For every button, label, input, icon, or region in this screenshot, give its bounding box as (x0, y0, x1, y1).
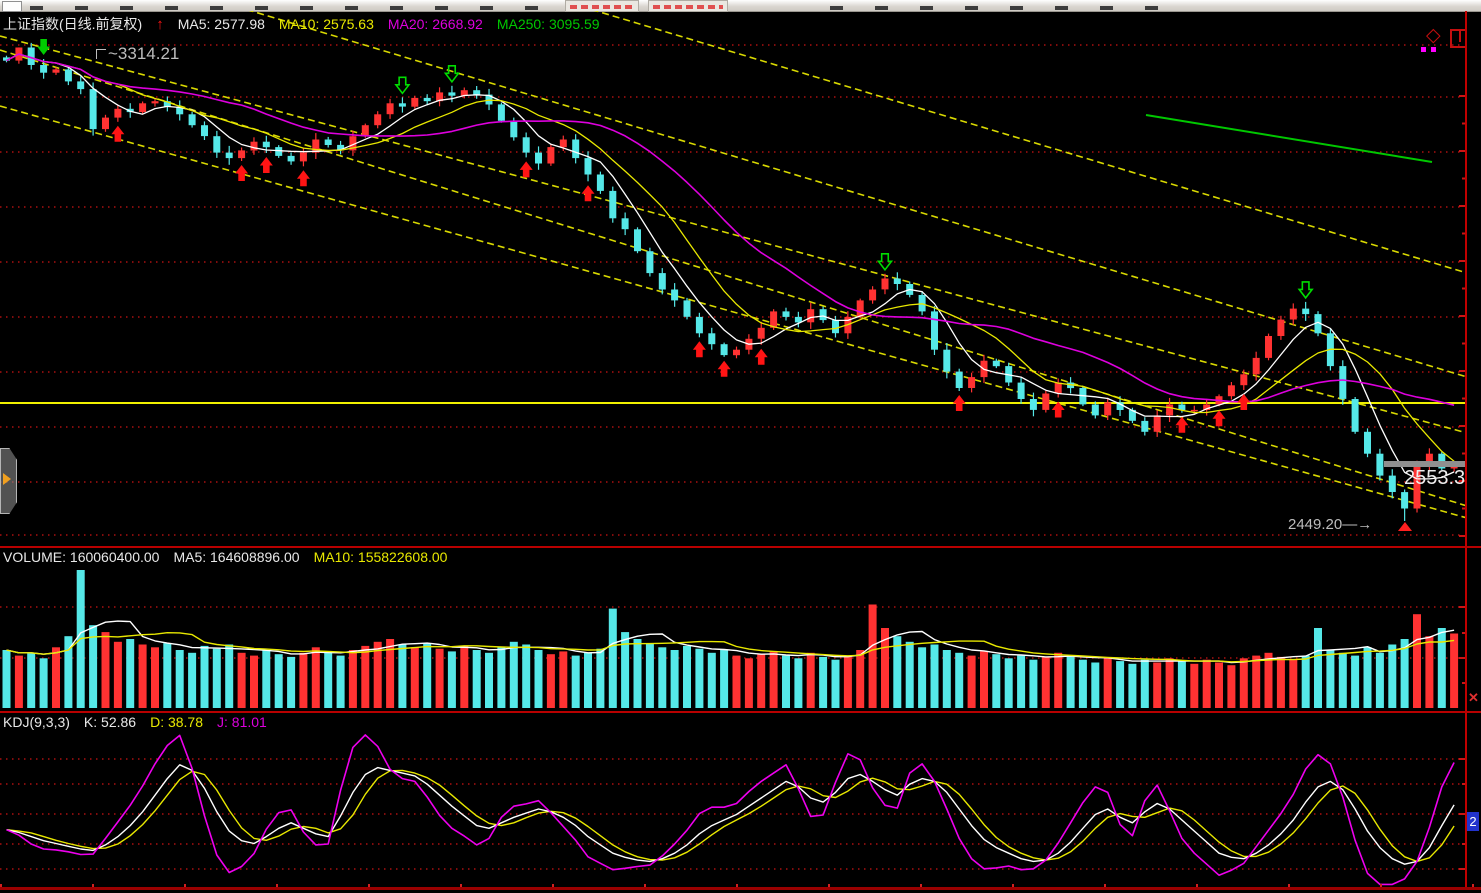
diamond-icon[interactable]: ◇ (1426, 24, 1441, 47)
last-price-label: 2553.3 (1404, 467, 1465, 490)
ma5-value: MA5: 2577.98 (178, 16, 265, 32)
trading-app-window: { "main_header": { "title": "上证指数(日线.前复权… (0, 0, 1481, 893)
flag-icon (96, 49, 106, 59)
marker-dot (1421, 47, 1426, 52)
volume-chart-canvas[interactable] (0, 548, 1467, 711)
kdj-d-value: D: 38.78 (150, 714, 203, 730)
right-axis-strip: ✕ 2 (1465, 11, 1481, 887)
ma250-value: MA250: 3095.59 (497, 16, 600, 32)
expand-arrow-icon (3, 473, 11, 485)
kdj-pane: KDJ(9,3,3) K: 52.86 D: 38.78 J: 81.01 (0, 713, 1481, 887)
peak-annotation: ~3314.21 (96, 44, 179, 64)
marker-dot (1431, 47, 1436, 52)
time-axis[interactable] (0, 887, 1481, 890)
pane-divider[interactable] (0, 711, 1481, 713)
low-arrow-icon: —→ (1342, 516, 1372, 533)
kdj-k-value: K: 52.86 (84, 714, 136, 730)
ma20-value: MA20: 2668.92 (388, 16, 483, 32)
kdj-chart-canvas[interactable] (0, 713, 1467, 887)
low-annotation: 2449.20—→ (1288, 516, 1372, 533)
pane-divider[interactable] (0, 546, 1481, 548)
menu-items-cutoff[interactable] (30, 6, 550, 10)
close-indicator-icon[interactable]: ✕ (1468, 690, 1479, 706)
kdj-j-value: J: 81.01 (217, 714, 267, 730)
signal-up-arrow-icon: ↑ (156, 16, 164, 33)
main-chart-canvas[interactable] (0, 11, 1467, 546)
low-marker-triangle-icon (1398, 522, 1412, 531)
ma10-value: MA10: 2575.63 (279, 16, 374, 32)
main-chart-pane: 上证指数(日线.前复权) ↑ MA5: 2577.98 MA10: 2575.6… (0, 11, 1481, 546)
instrument-title[interactable]: 上证指数(日线.前复权) (3, 14, 142, 34)
menu-items-cutoff-right[interactable] (830, 6, 1180, 10)
sidebar-flyout-handle[interactable] (0, 448, 17, 514)
kdj-label[interactable]: KDJ(9,3,3) (3, 714, 70, 730)
volume-ma5-value: MA5: 164608896.00 (173, 549, 299, 565)
page-badge[interactable]: 2 (1467, 812, 1479, 831)
volume-ma10-value: MA10: 155822608.00 (314, 549, 448, 565)
volume-value: VOLUME: 160060400.00 (3, 549, 159, 565)
volume-pane: VOLUME: 160060400.00 MA5: 164608896.00 M… (0, 548, 1481, 711)
